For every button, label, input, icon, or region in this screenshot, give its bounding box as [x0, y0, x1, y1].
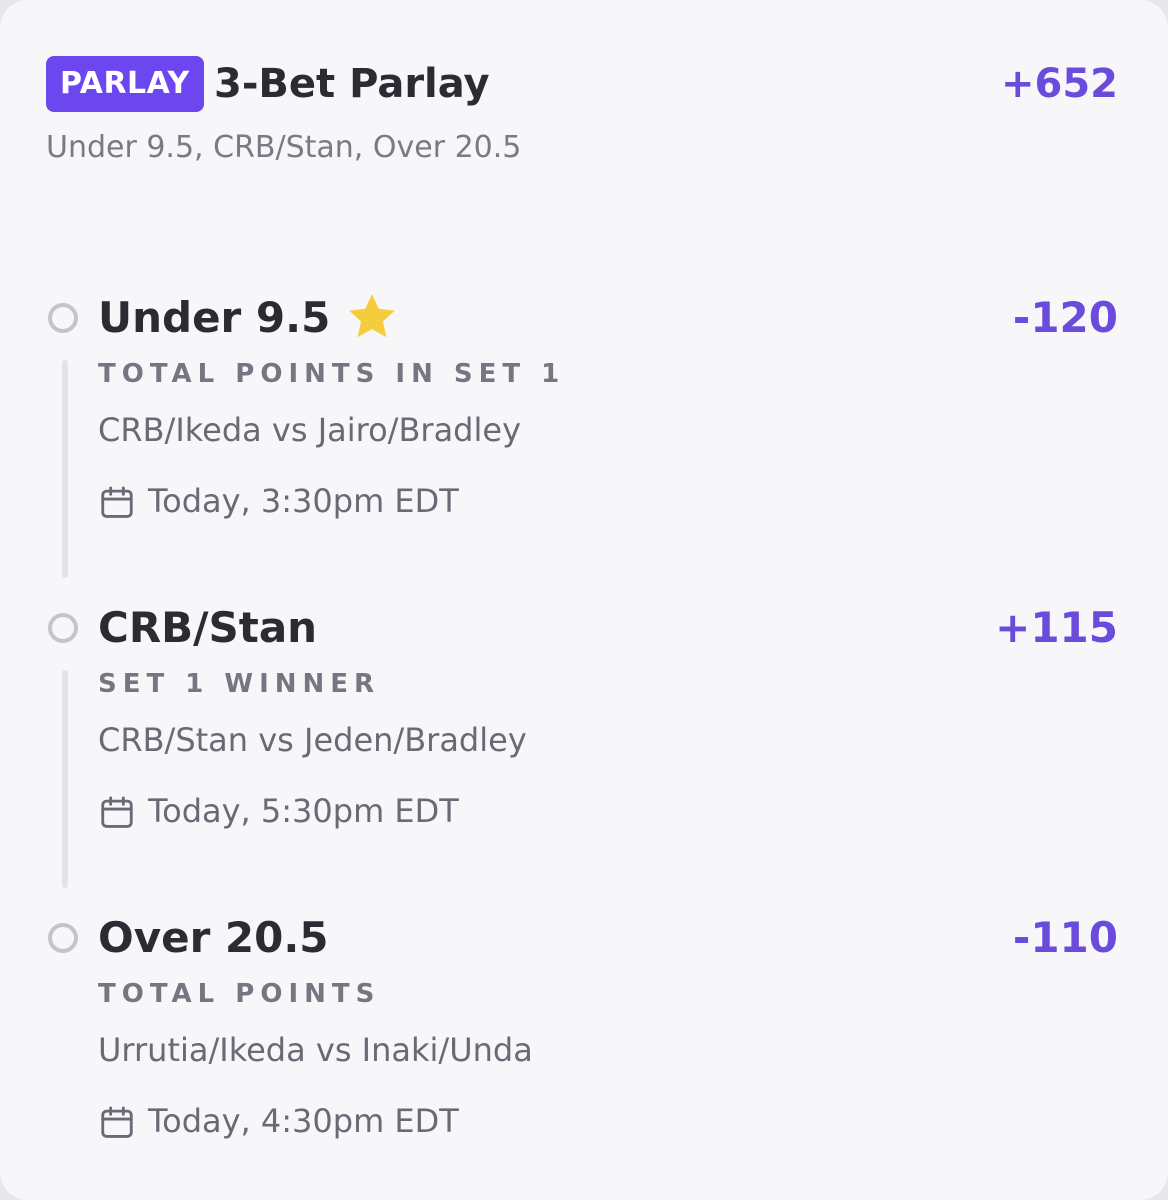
parlay-odds: +652	[1000, 61, 1118, 107]
leg-time: Today, 4:30pm EDT	[148, 1102, 459, 1140]
empty-circle-icon	[48, 923, 78, 953]
parlay-header: PARLAY 3-Bet Parlay +652 Under 9.5, CRB/…	[46, 52, 1118, 172]
leg-time: Today, 3:30pm EDT	[148, 482, 459, 520]
leg-odds: +115	[995, 603, 1118, 652]
leg-selection: Under 9.5	[98, 288, 400, 348]
leg-odds: -120	[1012, 293, 1118, 342]
leg-connector	[62, 670, 68, 888]
leg-selection-label: Over 20.5	[98, 913, 329, 962]
leg-matchup: CRB/Ikeda vs Jairo/Bradley	[98, 411, 521, 449]
empty-circle-icon	[48, 303, 78, 333]
leg-selection-label: CRB/Stan	[98, 603, 318, 652]
parlay-summary: Under 9.5, CRB/Stan, Over 20.5	[46, 130, 522, 165]
leg-connector	[62, 360, 68, 578]
leg-market: SET 1 WINNER	[98, 669, 381, 699]
parlay-title: 3-Bet Parlay	[214, 61, 490, 107]
star-icon	[349, 293, 396, 337]
leg-matchup: CRB/Stan vs Jeden/Bradley	[98, 721, 527, 759]
empty-circle-icon	[48, 613, 78, 643]
leg-odds: -110	[1012, 913, 1118, 962]
parlay-card[interactable]: PARLAY 3-Bet Parlay +652 Under 9.5, CRB/…	[0, 0, 1168, 1200]
calendar-icon	[101, 796, 133, 828]
leg-market: TOTAL POINTS IN SET 1	[98, 359, 566, 389]
calendar-icon	[101, 1106, 133, 1138]
leg-time: Today, 5:30pm EDT	[148, 792, 459, 830]
parlay-badge: PARLAY	[46, 56, 204, 112]
leg-market: TOTAL POINTS	[98, 979, 381, 1009]
leg-matchup: Urrutia/Ikeda vs Inaki/Unda	[98, 1031, 533, 1069]
leg-selection: Over 20.5	[98, 908, 329, 968]
calendar-icon	[101, 486, 133, 518]
leg-selection-label: Under 9.5	[98, 293, 331, 342]
leg-selection: CRB/Stan	[98, 598, 317, 658]
